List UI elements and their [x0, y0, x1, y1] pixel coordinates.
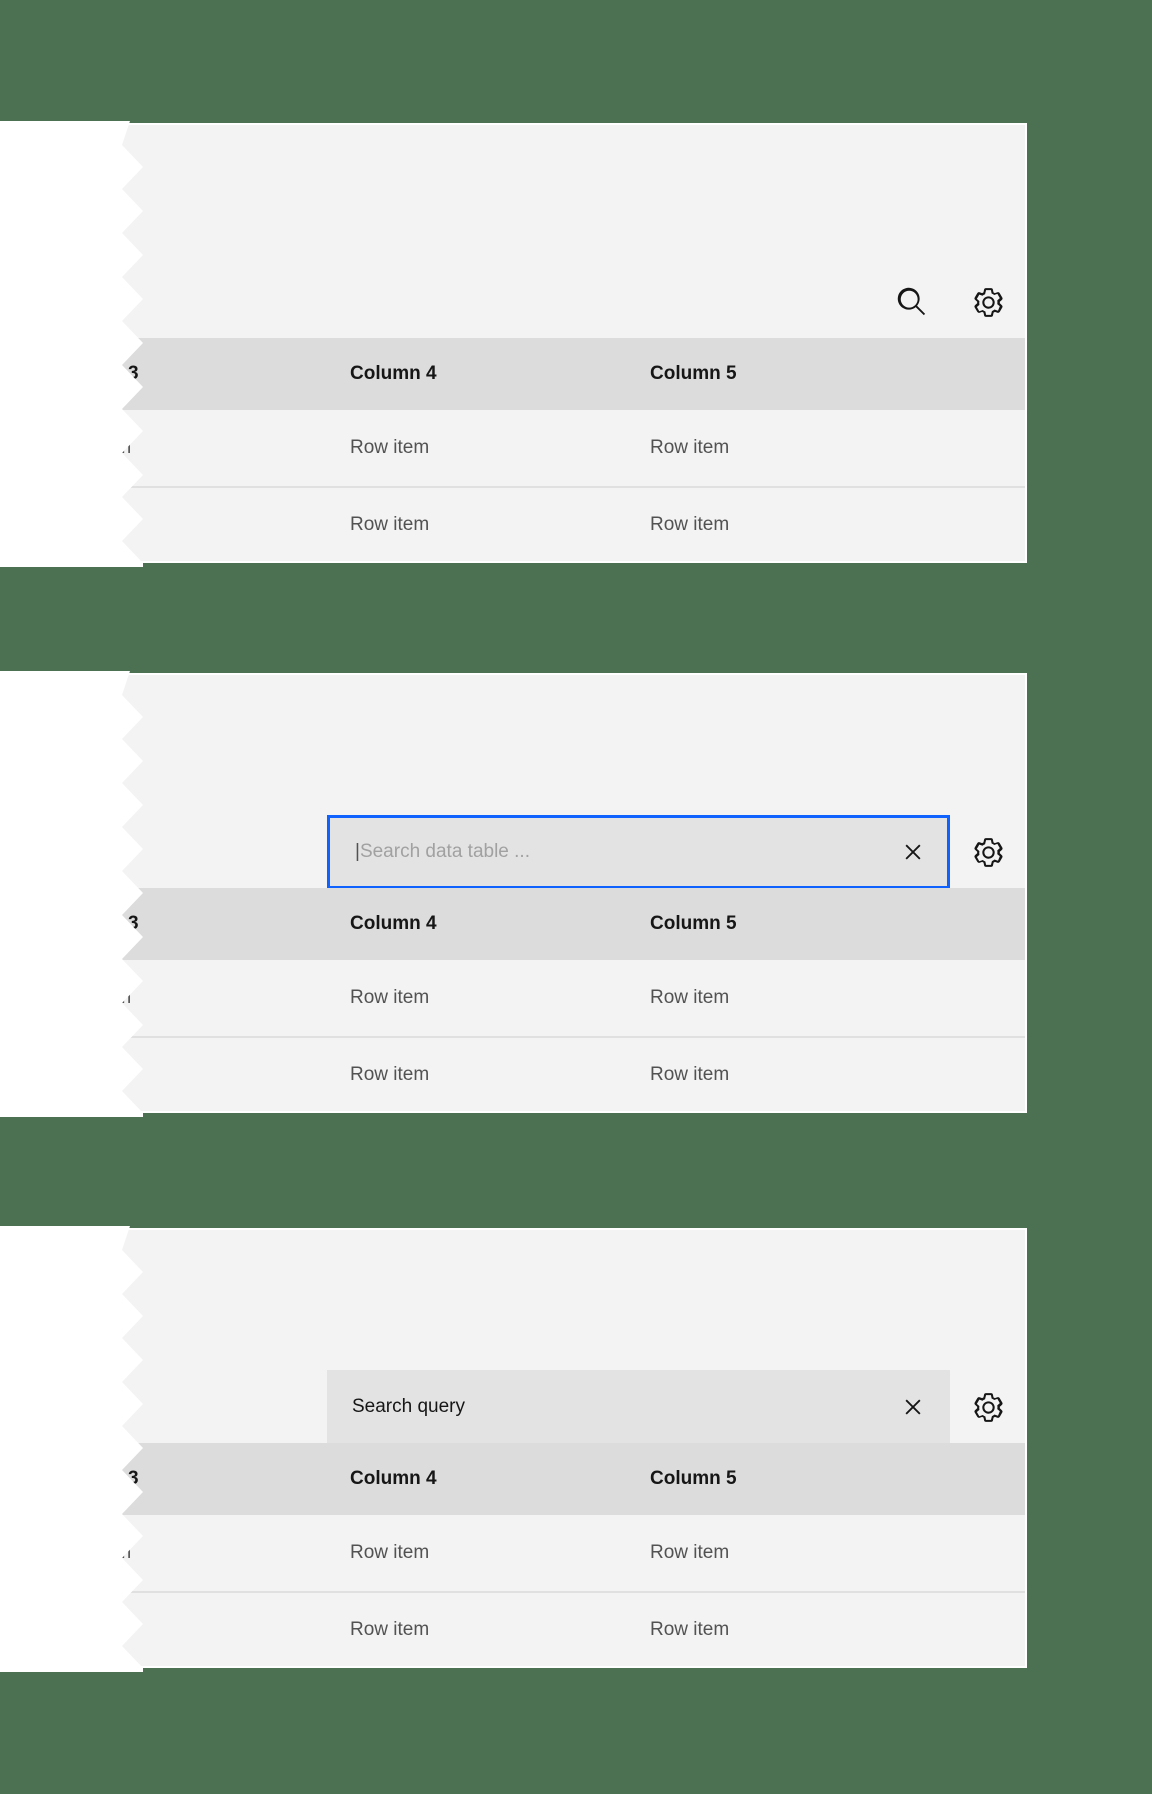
- close-icon: [905, 844, 921, 860]
- table-cell: Row item: [350, 514, 430, 535]
- column-header-5: Column 5: [650, 363, 737, 384]
- table-cell: Row item: [650, 987, 730, 1008]
- table-toolbar: | Search data table ...: [122, 675, 1025, 889]
- clear-search-button[interactable]: [889, 828, 937, 876]
- table-toolbar: Search query: [122, 1230, 1025, 1444]
- settings-button[interactable]: [964, 828, 1012, 876]
- table-header-row: Column 3 Column 4 Column 5: [122, 1443, 1025, 1515]
- table-header-row: Column 3 Column 4 Column 5: [122, 888, 1025, 960]
- table-toolbar: [122, 125, 1025, 338]
- clear-search-button[interactable]: [889, 1383, 937, 1431]
- table-row: Row item Row item Row item: [122, 960, 1025, 1036]
- data-table-card: Column 3 Column 4 Column 5 Row item Row …: [120, 123, 1027, 563]
- search-icon: [897, 287, 926, 316]
- search-query-text: Search query: [352, 1396, 466, 1417]
- column-header-5: Column 5: [650, 913, 737, 934]
- data-table-card: |Search data table ... Column 3 Column 4…: [120, 673, 1027, 1113]
- settings-button[interactable]: [964, 1383, 1012, 1431]
- column-header-4: Column 4: [350, 363, 437, 384]
- table-cell: Row item: [650, 437, 730, 458]
- torn-edge-decoration: [0, 121, 143, 567]
- gear-icon: [973, 287, 1003, 317]
- gear-icon: [973, 1392, 1003, 1422]
- search-input[interactable]: | Search data table ...: [327, 815, 950, 889]
- example-search-expanded-focused: |Search data table ... Column 3 Column 4…: [0, 671, 1027, 1117]
- table-row: Row item Row item Row item: [122, 486, 1025, 561]
- table-row: Row item Row item Row item: [122, 1036, 1025, 1111]
- torn-edge-decoration: [0, 671, 143, 1117]
- table-cell: Row item: [650, 1064, 730, 1085]
- table-cell: Row item: [650, 1542, 730, 1563]
- table-cell: Row item: [350, 1619, 430, 1640]
- gear-icon: [973, 837, 1003, 867]
- table-cell: Row item: [350, 1542, 430, 1563]
- torn-edge-decoration: [0, 1226, 143, 1672]
- table-cell: Row item: [650, 514, 730, 535]
- table-cell: Row item: [350, 987, 430, 1008]
- table-row: Row item Row item Row item: [122, 410, 1025, 486]
- search-button[interactable]: [888, 278, 936, 326]
- example-search-collapsed: Column 3 Column 4 Column 5 Row item Row …: [0, 121, 1027, 567]
- green-canvas: Column 3 Column 4 Column 5 Row item Row …: [0, 0, 1152, 1794]
- table-cell: Row item: [350, 1064, 430, 1085]
- data-table-card: Search query Column 3 Column 4 Column 5 …: [120, 1228, 1027, 1668]
- table-cell: Row item: [350, 437, 430, 458]
- column-header-4: Column 4: [350, 913, 437, 934]
- table-row: Row item Row item Row item: [122, 1515, 1025, 1591]
- table-row: Row item Row item Row item: [122, 1591, 1025, 1666]
- column-header-5: Column 5: [650, 1468, 737, 1489]
- table-cell: Row item: [650, 1619, 730, 1640]
- search-input[interactable]: Search query: [327, 1370, 950, 1444]
- close-icon: [905, 1399, 921, 1415]
- settings-button[interactable]: [964, 278, 1012, 326]
- column-header-4: Column 4: [350, 1468, 437, 1489]
- table-header-row: Column 3 Column 4 Column 5: [122, 338, 1025, 410]
- search-placeholder: Search data table ...: [359, 841, 530, 862]
- example-search-with-query: Search query Column 3 Column 4 Column 5 …: [0, 1226, 1027, 1672]
